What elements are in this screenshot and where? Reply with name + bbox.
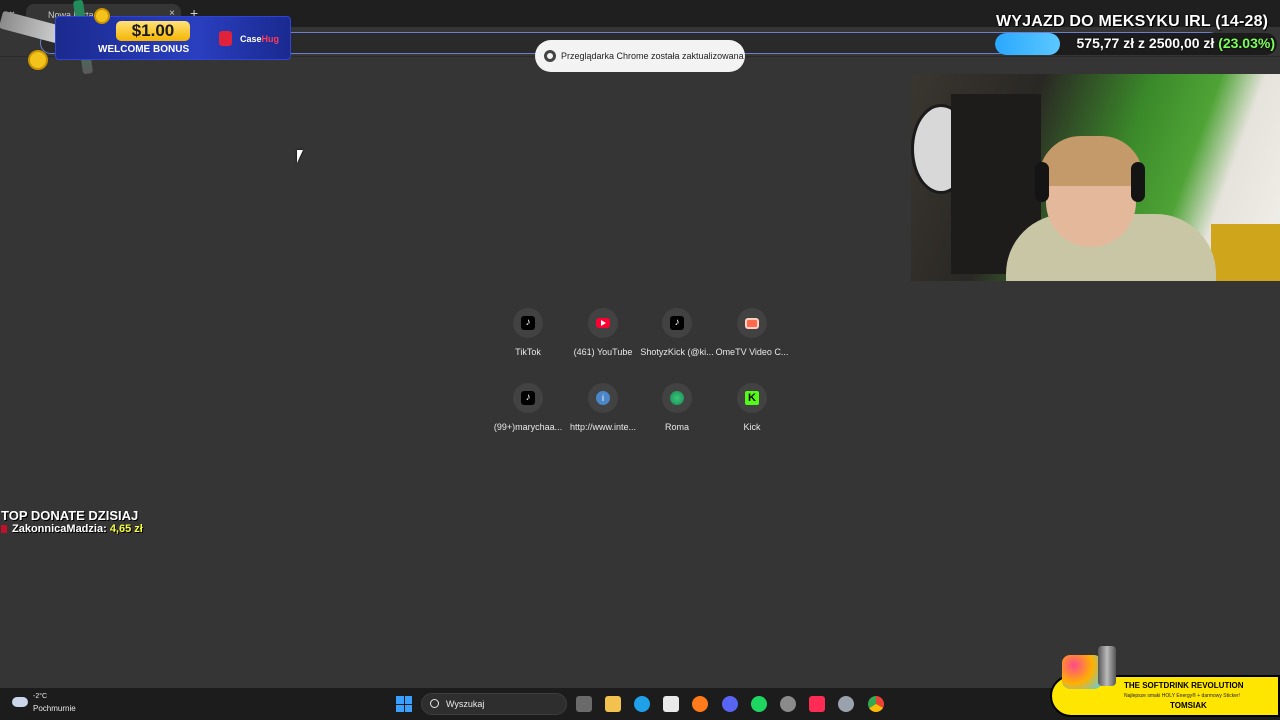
shortcut-label: ShotyzKick (@ki... — [640, 347, 714, 357]
shortcut-icon-wrap — [737, 308, 767, 338]
globe-icon — [670, 391, 684, 405]
start-tile — [396, 704, 404, 712]
webcam-feed — [911, 74, 1280, 281]
shortcut-icon-wrap — [662, 383, 692, 413]
goal-separator: z — [1138, 35, 1146, 51]
bonus-banner: $1.00 WELCOME BONUS CaseHug — [55, 16, 291, 60]
shortcut-label: (461) YouTube — [573, 347, 633, 357]
yellow-object — [1211, 224, 1280, 281]
donate-amount: 4,65 zł — [109, 523, 143, 535]
kick-icon: K — [745, 391, 759, 405]
weather-temperature: -2°C — [33, 693, 48, 700]
shortcut-label: TikTok — [515, 347, 541, 357]
start-button[interactable] — [396, 696, 412, 712]
shortcut-icon-wrap: ♪ — [662, 308, 692, 338]
start-tile — [396, 696, 404, 704]
shortcut-icon-wrap: ♪ — [513, 383, 543, 413]
start-tile — [404, 704, 412, 712]
steam-icon[interactable] — [780, 696, 796, 712]
file-explorer-icon[interactable] — [605, 696, 621, 712]
bonus-brand: CaseHug — [240, 34, 279, 44]
ad-subline: Najlepsze smaki HOLY Energy® + darmowy S… — [1124, 693, 1240, 699]
shortcut-label: OmeTV Video C... — [715, 347, 789, 357]
shortcut-label: (99+)marychaa... — [493, 422, 563, 432]
brand-suffix: Hug — [261, 34, 280, 44]
bonus-text: WELCOME BONUS — [98, 44, 190, 55]
goal-title: WYJAZD DO MEKSYKU IRL (14-28) — [996, 13, 1269, 30]
energy-can-graphic — [1098, 646, 1116, 686]
goal-target: 2500,00 zł — [1148, 35, 1215, 51]
start-tile — [404, 696, 412, 704]
spotify-icon[interactable] — [751, 696, 767, 712]
shortcut-roma[interactable]: Roma — [637, 383, 717, 432]
shortcut-icon-wrap: ♪ — [513, 308, 543, 338]
shortcut-label: Roma — [664, 422, 689, 432]
mouse-cursor-icon — [297, 150, 309, 163]
top-donate-title: TOP DONATE DZISIAJ — [1, 508, 139, 523]
store-icon[interactable] — [663, 696, 679, 712]
update-toast[interactable]: Przeglądarka Chrome została zaktualizowa… — [535, 40, 745, 72]
headphones-right — [1131, 162, 1145, 202]
shortcut-label: http://www.inte... — [569, 422, 637, 432]
shortcut-icon-wrap — [588, 308, 618, 338]
shortcut-ometv[interactable]: OmeTV Video C... — [712, 308, 792, 357]
task-view-icon[interactable] — [576, 696, 592, 712]
shortcut-kick[interactable]: K Kick — [712, 383, 792, 432]
search-placeholder: Wyszukaj — [446, 699, 485, 709]
coin-icon — [94, 8, 110, 24]
ad-headline: THE SOFTDRINK REVOLUTION — [1124, 681, 1244, 690]
edge-icon[interactable] — [634, 696, 650, 712]
shortcut-youtube[interactable]: (461) YouTube — [563, 308, 643, 357]
info-icon: i — [596, 391, 610, 405]
tiktok-icon: ♪ — [521, 391, 535, 405]
tiktok-icon: ♪ — [521, 316, 535, 330]
chrome-icon — [544, 50, 556, 62]
goal-progress-text: 575,77 zł z 2500,00 zł (23.03%) — [1000, 35, 1275, 51]
taskbar-search[interactable]: Wyszukaj — [421, 693, 567, 715]
bonus-amount: $1.00 — [116, 21, 190, 41]
shortcut-icon-wrap: K — [737, 383, 767, 413]
weather-condition: Pochmurnie — [33, 704, 76, 713]
casehug-logo-icon — [219, 31, 232, 46]
brand-prefix: Case — [240, 34, 262, 44]
tiktok-app-icon[interactable] — [809, 696, 825, 712]
goal-current: 575,77 zł — [1076, 35, 1135, 51]
tiktok-icon: ♪ — [670, 316, 684, 330]
shortcut-marychaa[interactable]: ♪ (99+)marychaa... — [488, 383, 568, 432]
cloud-icon[interactable] — [12, 697, 28, 707]
coin-icon — [28, 50, 48, 70]
firefox-icon[interactable] — [692, 696, 708, 712]
youtube-icon — [596, 318, 610, 328]
top-donate-entry: ZakonnicaMadzia: 4,65 zł — [1, 523, 143, 535]
chrome-taskbar-icon[interactable] — [868, 696, 884, 712]
shortcut-tiktok[interactable]: ♪ TikTok — [488, 308, 568, 357]
shortcut-label: Kick — [743, 422, 761, 432]
ometv-icon — [745, 317, 759, 329]
headphones-left — [1035, 162, 1049, 202]
goal-percent: (23.03%) — [1218, 35, 1275, 51]
donor-badge-icon — [1, 525, 7, 534]
shortcut-shotyzkick[interactable]: ♪ ShotyzKick (@ki... — [637, 308, 717, 357]
shortcut-icon-wrap: i — [588, 383, 618, 413]
discord-icon[interactable] — [722, 696, 738, 712]
settings-icon[interactable] — [838, 696, 854, 712]
shortcut-inte[interactable]: i http://www.inte... — [563, 383, 643, 432]
ad-code: TOMSIAK — [1170, 701, 1207, 710]
sticker-graphic — [1062, 655, 1102, 689]
search-icon — [430, 699, 439, 708]
toast-text: Przeglądarka Chrome została zaktualizowa… — [561, 51, 744, 61]
donor-name: ZakonnicaMadzia: — [12, 523, 107, 535]
